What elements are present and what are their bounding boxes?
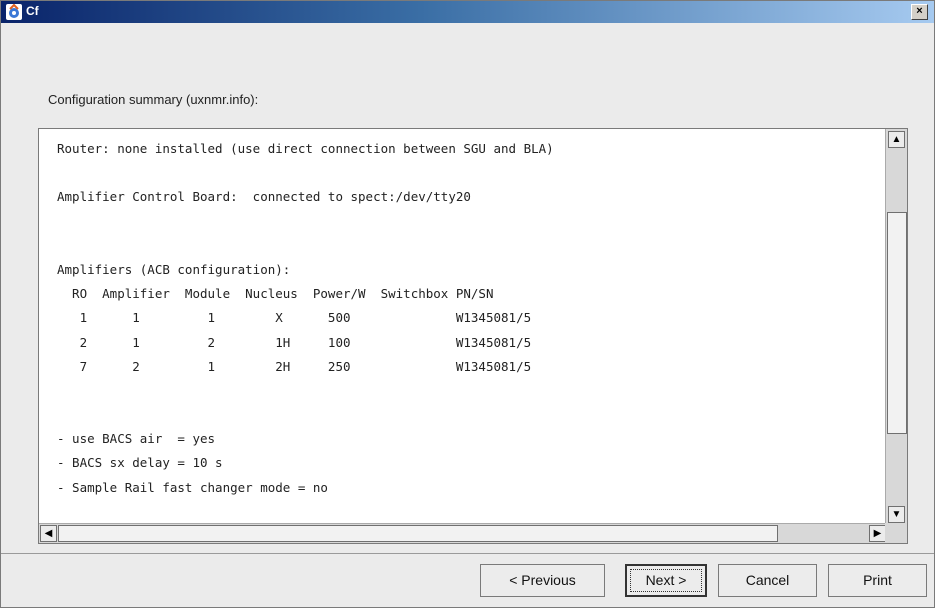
dialog-window: Cf × Configuration summary (uxnmr.info):…: [0, 0, 935, 608]
text-line: 7 2 1 2H 250 W1345081/5: [57, 358, 532, 374]
scroll-down-button[interactable]: ▼: [888, 506, 905, 523]
text-line: Amplifier Control Board: connected to sp…: [57, 189, 471, 205]
previous-button[interactable]: < Previous: [480, 564, 605, 597]
scroll-up-button[interactable]: ▲: [888, 131, 905, 148]
arrow-up-icon: ▲: [891, 134, 902, 145]
scroll-corner: [885, 523, 907, 543]
vertical-scrollbar[interactable]: ▲ ▼: [885, 129, 907, 525]
summary-text-area[interactable]: Router: none installed (use direct conne…: [38, 128, 908, 544]
text-line: - BACS sx delay = 10 s: [57, 455, 223, 471]
text-line: - use BACS air = yes: [57, 431, 216, 447]
close-icon: ×: [916, 5, 923, 17]
arrow-down-icon: ▼: [891, 509, 902, 520]
text-line: [57, 210, 881, 234]
next-button[interactable]: Next >: [625, 564, 707, 597]
arrow-left-icon: ◀: [44, 528, 53, 539]
arrow-right-icon: ▶: [873, 528, 882, 539]
text-line: 1 1 1 X 500 W1345081/5: [57, 310, 532, 326]
close-button[interactable]: ×: [911, 4, 928, 20]
text-line: Amplifiers (ACB configuration):: [57, 261, 291, 277]
text-line: [57, 234, 881, 258]
text-line: 2 1 2 1H 100 W1345081/5: [57, 334, 532, 350]
scroll-left-button[interactable]: ◀: [40, 525, 57, 542]
horizontal-scroll-thumb[interactable]: [58, 525, 778, 542]
text-line: Router: none installed (use direct conne…: [57, 141, 554, 156]
text-line: RO Amplifier Module Nucleus Power/W Swit…: [57, 286, 494, 302]
vertical-scroll-thumb[interactable]: [887, 212, 907, 434]
horizontal-scrollbar[interactable]: ◀ ▶: [39, 523, 887, 543]
text-line: - Sample Rail fast changer mode = no: [57, 479, 328, 495]
window-title: Cf: [26, 4, 39, 18]
button-divider: [1, 553, 934, 554]
app-icon: [6, 4, 22, 20]
summary-label: Configuration summary (uxnmr.info):: [48, 92, 259, 107]
cancel-button[interactable]: Cancel: [718, 564, 817, 597]
scroll-right-button[interactable]: ▶: [869, 525, 886, 542]
print-button[interactable]: Print: [828, 564, 927, 597]
text-line: [57, 403, 881, 427]
summary-text-content: Router: none installed (use direct conne…: [57, 137, 881, 522]
text-line: [57, 379, 881, 403]
text-line: [57, 161, 881, 185]
title-bar[interactable]: Cf ×: [1, 1, 934, 23]
focus-ring: [630, 569, 702, 592]
